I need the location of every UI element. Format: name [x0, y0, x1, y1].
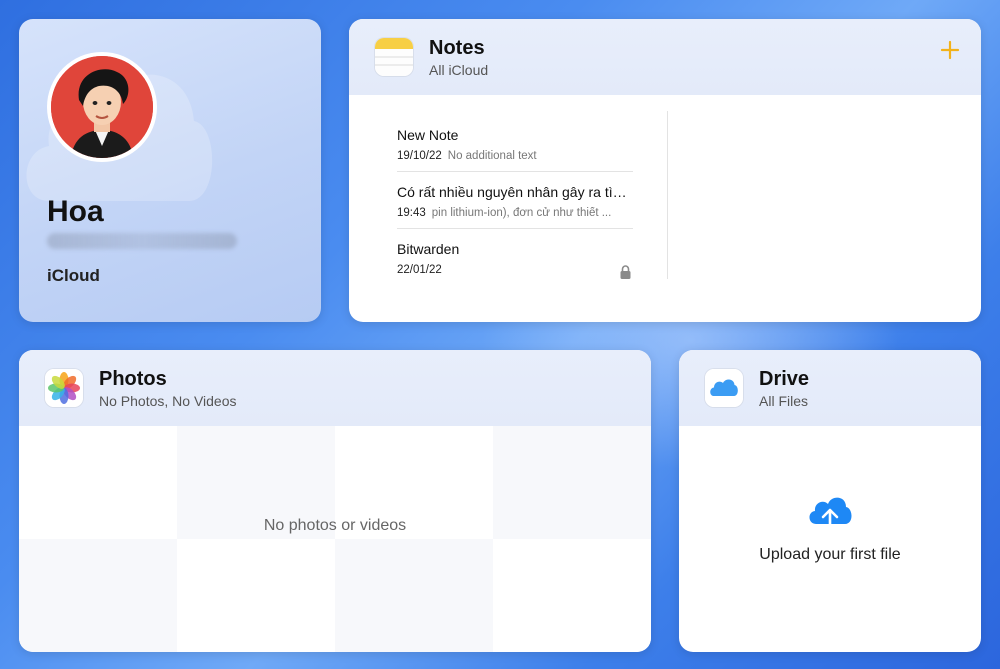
photos-title: Photos	[99, 368, 167, 390]
note-preview: No additional text	[447, 150, 537, 162]
note-date: 19/10/22	[397, 150, 442, 162]
drive-app-icon[interactable]	[705, 369, 743, 407]
profile-email-blurred	[47, 233, 237, 249]
drive-subtitle: All Files	[759, 393, 809, 409]
photos-subtitle: No Photos, No Videos	[99, 393, 237, 409]
notes-app-icon[interactable]	[375, 38, 413, 76]
note-date: 19:43	[397, 207, 426, 219]
profile-card[interactable]: Hoa iCloud	[19, 19, 321, 322]
profile-name: Hoa	[47, 195, 104, 228]
notes-title: Notes	[429, 37, 485, 59]
drive-header: Drive All Files	[679, 350, 981, 426]
avatar-portrait-icon	[51, 56, 153, 158]
notes-card[interactable]: Notes All iCloud New Note 19/10/22 No add…	[349, 19, 981, 322]
note-title: Bitwarden	[397, 241, 460, 257]
plus-icon[interactable]	[939, 39, 961, 61]
drive-card[interactable]: Drive All Files Upload your first file	[679, 350, 981, 652]
note-title: Có rất nhiều nguyên nhân gây ra tìn...	[397, 184, 629, 200]
cloud-upload-icon[interactable]	[806, 490, 854, 532]
photo-grid	[19, 426, 651, 652]
note-item[interactable]: Bitwarden 22/01/22	[397, 229, 633, 286]
notes-subtitle: All iCloud	[429, 62, 489, 78]
notes-list: New Note 19/10/22 No additional text Có r…	[397, 115, 633, 286]
photos-app-icon[interactable]	[45, 369, 83, 407]
photos-empty-message: No photos or videos	[263, 517, 407, 534]
notes-column-divider	[667, 111, 668, 279]
note-date: 22/01/22	[397, 264, 442, 276]
avatar[interactable]	[47, 52, 157, 162]
note-preview: pin lithium-ion), đơn cử như thiết ...	[431, 207, 612, 219]
drive-title: Drive	[759, 368, 810, 390]
lock-icon	[620, 265, 631, 279]
notes-header: Notes All iCloud	[349, 19, 981, 95]
note-item[interactable]: Có rất nhiều nguyên nhân gây ra tìn... 1…	[397, 172, 633, 229]
photos-card[interactable]: Photos No Photos, No Videos No photos or…	[19, 350, 651, 652]
photos-header: Photos No Photos, No Videos	[19, 350, 651, 426]
profile-service-label: iCloud	[47, 266, 100, 285]
upload-first-file-label[interactable]: Upload your first file	[679, 546, 981, 564]
note-title: New Note	[397, 127, 459, 143]
note-item[interactable]: New Note 19/10/22 No additional text	[397, 115, 633, 172]
